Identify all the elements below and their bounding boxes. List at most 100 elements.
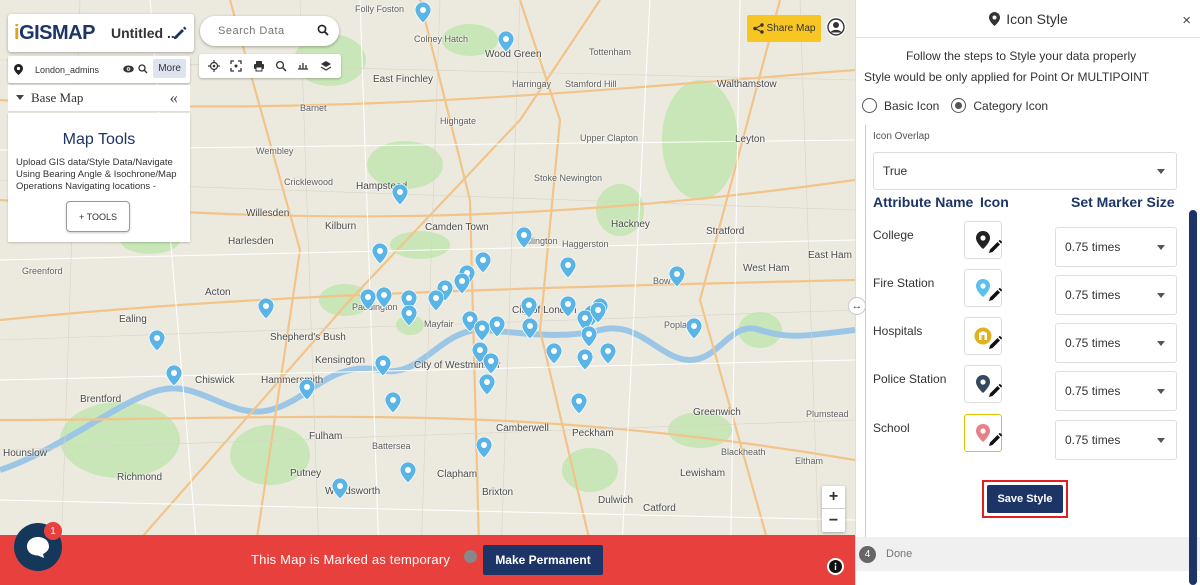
save-style-button[interactable]: Save Style [987,485,1063,513]
map-label: Cricklewood [284,177,334,187]
map-marker-icon[interactable] [522,318,538,339]
map-marker-icon[interactable] [516,227,532,248]
map-marker-icon[interactable] [258,298,274,319]
radio-unchecked-icon [862,98,877,113]
map-canvas[interactable]: Folly Foston Colney Hatch Wood Green Tot… [0,0,855,585]
map-marker-icon[interactable] [590,302,606,323]
eye-icon[interactable] [123,65,134,73]
map-marker-icon[interactable] [454,273,470,294]
search-icon[interactable] [317,24,329,36]
map-label: Folly Foston [355,4,405,14]
basic-icon-radio[interactable]: Basic Icon [862,98,939,113]
map-label: Harringay [512,79,552,89]
panel-scrollbar[interactable] [1189,210,1197,585]
zoom-to-layer-icon[interactable] [138,64,148,74]
share-map-button[interactable]: Share Map [747,15,821,42]
map-label: Walthamstow [717,79,777,90]
icon-overlap-select[interactable]: True [873,152,1177,190]
map-marker-icon[interactable] [401,305,417,326]
map-marker-icon[interactable] [600,343,616,364]
print-icon[interactable] [252,59,266,73]
radio-checked-icon [951,98,967,113]
map-marker-icon[interactable] [415,2,431,23]
map-marker-icon[interactable] [332,478,348,499]
map-marker-icon[interactable] [372,243,388,264]
map-label: Fulham [309,431,343,442]
search-input[interactable] [218,25,310,37]
marker-size-select[interactable]: 0.75 times [1055,227,1177,267]
map-marker-icon[interactable] [385,392,401,413]
marker-size-select[interactable]: 0.75 times [1055,323,1177,363]
map-marker-icon[interactable] [428,290,444,311]
tools-button[interactable]: + TOOLS [66,201,130,232]
category-icon-radio[interactable]: Category Icon [951,98,1048,113]
map-marker-icon[interactable] [571,393,587,414]
map-marker-icon[interactable] [376,287,392,308]
zoom-in-button[interactable]: + [822,486,845,509]
search-bar [200,16,339,46]
map-marker-icon[interactable] [560,296,576,317]
collapse-panel-button[interactable]: « [170,88,179,108]
pencil-icon[interactable] [172,25,188,41]
more-button[interactable]: More [153,59,186,78]
map-label: Stoke Newington [534,173,603,183]
zoom-out-button[interactable]: − [822,509,845,532]
layer-name[interactable]: London_admins [35,65,99,75]
map-marker-icon[interactable] [577,349,593,370]
pencil-icon[interactable] [988,240,1002,254]
icon-picker[interactable] [964,365,1002,403]
panel-header: Icon Style × [856,0,1200,38]
map-marker-icon[interactable] [521,297,537,318]
user-avatar-icon[interactable] [826,17,846,37]
icon-picker[interactable] [964,221,1002,259]
pencil-icon[interactable] [988,384,1002,398]
info-dot-icon [464,550,477,563]
map-marker-icon[interactable] [474,320,490,341]
map-marker-icon[interactable] [489,316,505,337]
resize-handle[interactable]: ↔ [848,297,866,315]
pencil-icon[interactable] [988,288,1002,302]
map-marker-icon[interactable] [546,343,562,364]
gismap-logo[interactable]: i GISMAP [14,22,95,45]
marker-size-select[interactable]: 0.75 times [1055,420,1177,460]
icon-picker[interactable] [964,414,1002,452]
pencil-icon[interactable] [988,433,1002,447]
icon-picker[interactable] [964,317,1002,355]
make-permanent-button[interactable]: Make Permanent [483,545,603,575]
icon-picker[interactable] [964,269,1002,307]
marker-size-select[interactable]: 0.75 times [1055,371,1177,411]
map-label: Chiswick [195,375,235,386]
map-marker-icon[interactable] [360,289,376,310]
info-icon[interactable] [827,558,844,575]
map-marker-icon[interactable] [299,379,315,400]
map-marker-icon[interactable] [149,330,165,351]
map-label: Plumstead [806,409,849,419]
step-done[interactable]: 4 Done [856,537,1200,571]
map-marker-icon[interactable] [375,355,391,376]
measure-icon[interactable] [296,59,310,73]
map-marker-icon[interactable] [476,437,492,458]
fullscreen-icon[interactable] [229,59,243,73]
map-marker-icon[interactable] [498,31,514,52]
marker-size-select[interactable]: 0.75 times [1055,275,1177,315]
layers-icon[interactable] [319,59,333,73]
map-marker-icon[interactable] [475,252,491,273]
share-icon [752,23,764,34]
map-marker-icon[interactable] [166,365,182,386]
map-marker-icon[interactable] [560,257,576,278]
map-marker-icon[interactable] [669,266,685,287]
zoom-search-icon[interactable] [274,59,288,73]
map-marker-icon[interactable] [581,326,597,347]
close-icon[interactable]: × [1182,12,1191,29]
map-marker-icon[interactable] [479,374,495,395]
map-title[interactable]: Untitled ... [111,25,179,41]
attribute-name: Hospitals [873,324,923,338]
base-map-toggle[interactable]: Base Map « [8,85,190,112]
marker-size-value: 0.75 times [1065,384,1121,398]
map-marker-icon[interactable] [392,184,408,205]
map-marker-icon[interactable] [400,462,416,483]
pencil-icon[interactable] [988,336,1002,350]
map-marker-icon[interactable] [483,353,499,374]
map-marker-icon[interactable] [686,318,702,339]
locate-icon[interactable] [207,59,221,73]
